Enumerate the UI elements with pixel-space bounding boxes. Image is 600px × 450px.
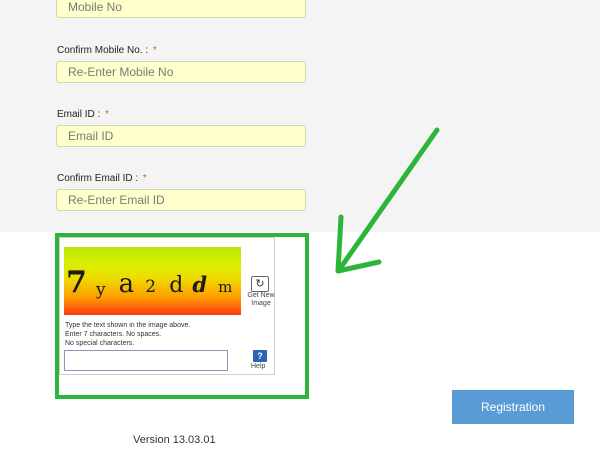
registration-button[interactable]: Registration	[452, 390, 574, 424]
arrow-shaft	[336, 127, 440, 273]
annotation-arrow	[335, 127, 440, 274]
version-text: Version 13.03.01	[133, 434, 216, 446]
